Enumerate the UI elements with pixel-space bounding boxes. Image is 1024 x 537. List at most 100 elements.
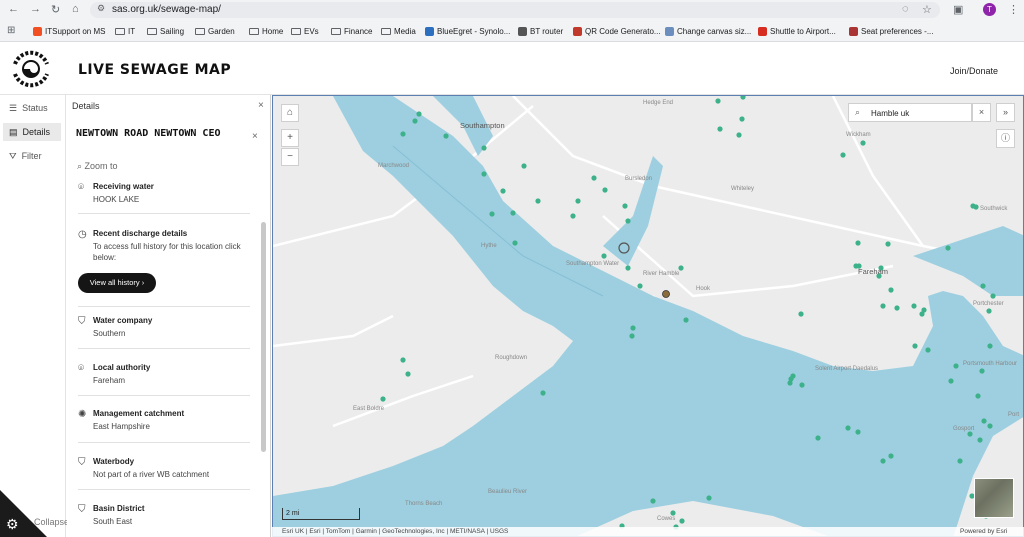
rail-item-status[interactable]: ☰ Status: [3, 99, 61, 117]
monitoring-point[interactable]: [845, 425, 851, 431]
monitoring-point[interactable]: [678, 265, 684, 271]
search-input[interactable]: [871, 106, 967, 120]
monitoring-point[interactable]: [911, 303, 917, 309]
monitoring-point[interactable]: [629, 333, 635, 339]
map-view[interactable]: Southampton Hedge End Wickham Marchwood Burs…: [272, 95, 1024, 537]
monitoring-point[interactable]: [921, 307, 927, 313]
bookmark-item[interactable]: EVs: [291, 24, 319, 38]
monitoring-point[interactable]: [521, 163, 527, 169]
home-extent-icon[interactable]: ⌂: [281, 104, 299, 122]
monitoring-point[interactable]: [380, 396, 386, 402]
home-icon[interactable]: ⌂: [72, 3, 79, 17]
monitoring-point[interactable]: [706, 495, 712, 501]
monitoring-point[interactable]: [570, 213, 576, 219]
monitoring-point[interactable]: [540, 390, 546, 396]
reload-icon[interactable]: ↻: [51, 3, 60, 17]
extensions-icon[interactable]: ▣: [953, 3, 963, 17]
monitoring-point[interactable]: [977, 437, 983, 443]
monitoring-point[interactable]: [443, 133, 449, 139]
zoom-in-button[interactable]: +: [281, 129, 299, 147]
bookmark-item[interactable]: Change canvas siz...: [665, 24, 751, 38]
url-text[interactable]: sas.org.uk/sewage-map/: [112, 4, 221, 15]
forward-icon[interactable]: →: [30, 3, 41, 17]
monitoring-point[interactable]: [815, 435, 821, 441]
monitoring-point[interactable]: [894, 305, 900, 311]
monitoring-point[interactable]: [979, 368, 985, 374]
monitoring-point[interactable]: [885, 241, 891, 247]
monitoring-point[interactable]: [888, 453, 894, 459]
monitoring-point[interactable]: [625, 265, 631, 271]
sas-logo[interactable]: [10, 48, 52, 90]
monitoring-point[interactable]: [412, 118, 418, 124]
monitoring-point[interactable]: [788, 376, 794, 382]
eye-off-icon[interactable]: ◌: [902, 3, 909, 17]
bookmark-item[interactable]: IT: [115, 24, 135, 38]
bookmark-item[interactable]: BT router: [518, 24, 563, 38]
powered-by-esri[interactable]: Powered by Esri: [960, 527, 1007, 537]
monitoring-point[interactable]: [739, 116, 745, 122]
monitoring-point[interactable]: [855, 429, 861, 435]
monitoring-point[interactable]: [736, 132, 742, 138]
monitoring-point[interactable]: [650, 498, 656, 504]
monitoring-point[interactable]: [888, 287, 894, 293]
monitoring-point[interactable]: [975, 393, 981, 399]
close-icon[interactable]: ×: [258, 100, 264, 111]
panel-scrollbar[interactable]: [261, 222, 266, 452]
basemap-toggle[interactable]: [974, 478, 1014, 518]
info-icon[interactable]: ⓘ: [996, 129, 1015, 148]
monitoring-point[interactable]: [489, 211, 495, 217]
monitoring-point[interactable]: [535, 198, 541, 204]
view-all-history-button[interactable]: View all history ›: [78, 273, 156, 293]
monitoring-point[interactable]: [980, 283, 986, 289]
monitoring-point[interactable]: [400, 357, 406, 363]
menu-dots-icon[interactable]: ⋮: [1008, 3, 1019, 17]
clear-search-icon[interactable]: ×: [972, 103, 991, 122]
monitoring-point[interactable]: [981, 418, 987, 424]
monitoring-point[interactable]: [855, 240, 861, 246]
rail-item-details[interactable]: ▤ Details: [3, 123, 61, 141]
monitoring-point[interactable]: [400, 131, 406, 137]
zoom-to-button[interactable]: ⌕ Zoom to: [77, 161, 118, 172]
bookmark-item[interactable]: Garden: [195, 24, 235, 38]
monitoring-point[interactable]: [405, 371, 411, 377]
monitoring-point[interactable]: [987, 343, 993, 349]
bookmark-item[interactable]: Seat preferences -...: [849, 24, 933, 38]
monitoring-point[interactable]: [630, 325, 636, 331]
close-feature-icon[interactable]: ×: [252, 131, 258, 142]
gear-icon[interactable]: ⚙: [6, 516, 19, 533]
monitoring-point[interactable]: [799, 382, 805, 388]
monitoring-point[interactable]: [715, 98, 721, 104]
zoom-out-button[interactable]: −: [281, 148, 299, 166]
rail-item-filter[interactable]: ⛛ Filter: [3, 147, 61, 165]
monitoring-point[interactable]: [798, 311, 804, 317]
monitoring-point[interactable]: [591, 175, 597, 181]
bookmark-item[interactable]: BlueEgret - Synolo...: [425, 24, 510, 38]
monitoring-point[interactable]: [840, 152, 846, 158]
monitoring-point[interactable]: [986, 308, 992, 314]
profile-avatar[interactable]: T: [983, 3, 996, 16]
apps-grid-icon[interactable]: ⊞: [7, 25, 15, 39]
monitoring-point[interactable]: [987, 423, 993, 429]
monitoring-point[interactable]: [512, 240, 518, 246]
monitoring-point[interactable]: [945, 245, 951, 251]
monitoring-point[interactable]: [670, 510, 676, 516]
monitoring-point[interactable]: [860, 140, 866, 146]
monitoring-point[interactable]: [912, 343, 918, 349]
monitoring-point[interactable]: [953, 363, 959, 369]
bookmark-item[interactable]: Sailing: [147, 24, 184, 38]
monitoring-point[interactable]: [622, 203, 628, 209]
bookmark-item[interactable]: Finance: [331, 24, 372, 38]
monitoring-point[interactable]: [957, 458, 963, 464]
monitoring-point[interactable]: [416, 111, 422, 117]
back-icon[interactable]: ←: [8, 3, 19, 17]
monitoring-point[interactable]: [967, 431, 973, 437]
monitoring-point[interactable]: [481, 145, 487, 151]
monitoring-point[interactable]: [970, 203, 976, 209]
monitoring-point[interactable]: [948, 378, 954, 384]
monitoring-point[interactable]: [880, 303, 886, 309]
monitoring-point[interactable]: [880, 458, 886, 464]
monitoring-point[interactable]: [637, 283, 643, 289]
monitoring-point[interactable]: [575, 198, 581, 204]
monitoring-point[interactable]: [683, 317, 689, 323]
monitoring-point[interactable]: [602, 187, 608, 193]
